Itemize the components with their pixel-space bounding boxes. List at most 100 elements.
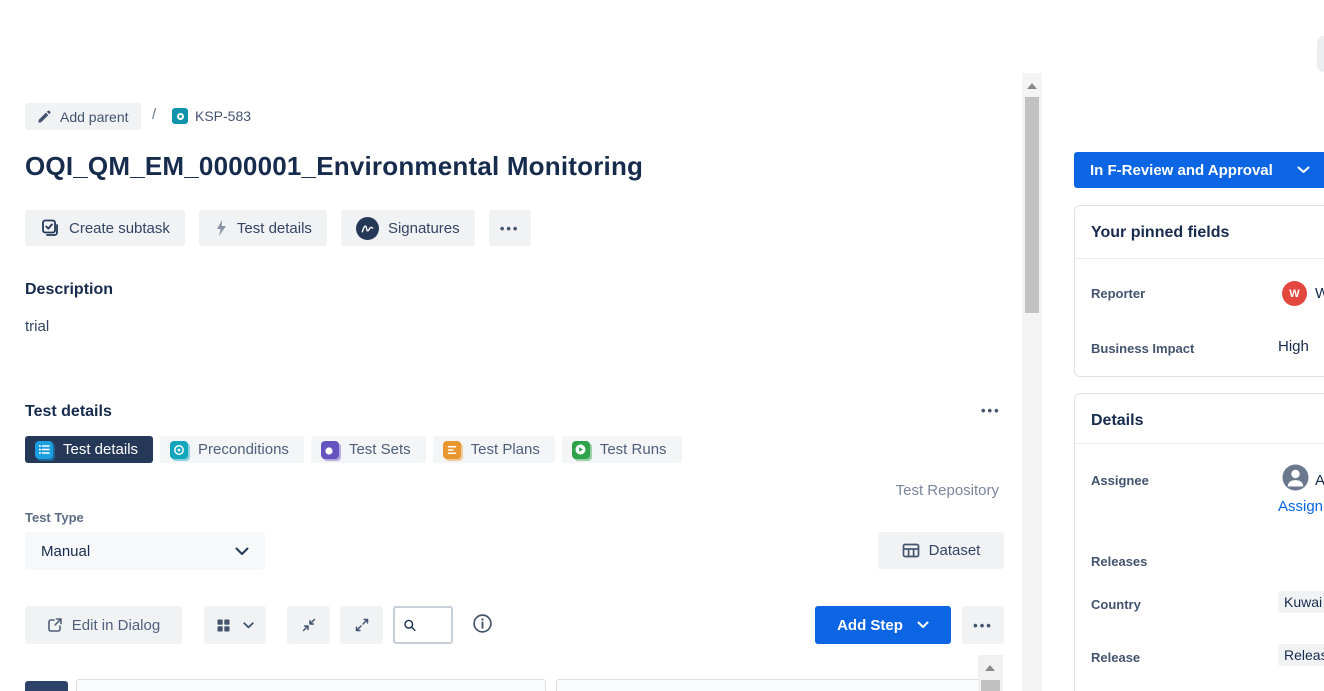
reporter-label: Reporter (1091, 286, 1146, 301)
signatures-label: Signatures (387, 219, 460, 237)
dataset-label: Dataset (928, 542, 981, 559)
chevron-down-icon (235, 547, 249, 555)
scroll-up-arrow-icon[interactable] (1027, 83, 1037, 89)
business-impact-label: Business Impact (1091, 341, 1195, 356)
issue-view-page: Add parent / KSP-583 OQI_QM_EM_0000001_E… (0, 0, 1324, 691)
create-subtask-label: Create subtask (69, 219, 170, 237)
test-type-value: Manual (41, 542, 91, 560)
chevron-down-icon (243, 621, 254, 628)
test-type-label: Test Type (25, 510, 84, 525)
breadcrumb-separator: / (152, 106, 157, 123)
details-heading: Details (1091, 412, 1144, 429)
search-icon (404, 619, 416, 631)
test-type-select[interactable]: Manual (25, 532, 265, 570)
details-panel: Details Assignee A Assign Releases Count… (1074, 393, 1324, 691)
steps-scrollbar[interactable] (978, 655, 1003, 691)
test-run-icon (571, 440, 590, 459)
assignee-name: A (1315, 472, 1324, 489)
page-title: OQI_QM_EM_0000001_Environmental Monitori… (25, 151, 644, 181)
grid-view-icon (217, 619, 230, 631)
collapse-all-button[interactable] (287, 606, 330, 644)
ellipsis-icon: ••• (973, 617, 993, 633)
tab-preconditions[interactable]: Preconditions (160, 436, 304, 463)
assign-to-me-link[interactable]: Assign (1278, 498, 1323, 515)
reporter-avatar[interactable]: W (1282, 281, 1307, 306)
action-bar: Create subtask Test details Signatures •… (25, 210, 531, 246)
open-dialog-icon (47, 618, 62, 632)
precondition-icon (170, 440, 189, 459)
tab-label: Test Runs (599, 441, 667, 458)
expand-icon (355, 618, 368, 632)
test-details-button-label: Test details (236, 219, 312, 237)
view-layout-dropdown[interactable] (204, 606, 266, 644)
add-parent-button[interactable]: Add parent (25, 103, 141, 130)
status-label: In F-Review and Approval (1090, 161, 1273, 179)
tab-label: Preconditions (198, 441, 289, 458)
tab-test-sets[interactable]: Test Sets (310, 436, 426, 463)
window-scrollbar-fragment[interactable] (1317, 36, 1324, 72)
test-details-more-button[interactable]: ••• (981, 403, 1001, 418)
assignee-label: Assignee (1091, 473, 1149, 488)
search-input[interactable] (421, 617, 443, 633)
assignee-avatar[interactable] (1282, 464, 1309, 491)
tab-label: Test Plans (470, 441, 540, 458)
steps-table-header-cell (76, 679, 546, 691)
person-icon (1282, 464, 1309, 491)
pencil-icon (38, 109, 51, 123)
steps-table-header-dark-cell (25, 681, 68, 691)
test-details-button[interactable]: Test details (198, 210, 327, 246)
steps-info-icon[interactable] (472, 613, 493, 639)
reporter-name: W (1315, 285, 1324, 302)
add-step-label: Add Step (837, 616, 903, 634)
table-grid-icon (902, 543, 919, 558)
tab-label: Test Sets (348, 441, 411, 458)
test-issue-type-icon (172, 108, 188, 124)
page-scrollbar[interactable] (1022, 73, 1042, 691)
signatures-button[interactable]: Signatures (340, 210, 475, 246)
ellipsis-icon: ••• (499, 220, 520, 236)
more-actions-button[interactable]: ••• (488, 210, 531, 246)
pinned-fields-heading: Your pinned fields (1091, 224, 1230, 241)
test-details-heading: Test details (25, 403, 112, 420)
scrollbar-thumb[interactable] (1025, 97, 1039, 313)
edit-in-dialog-label: Edit in Dialog (71, 616, 161, 634)
chevron-down-icon (917, 621, 929, 628)
country-value-tag[interactable]: Kuwai (1278, 591, 1324, 613)
list-icon (35, 440, 53, 459)
pinned-fields-panel: Your pinned fields Reporter W W Business… (1074, 205, 1324, 377)
test-details-tabs: Test details Preconditions Test Sets Tes… (25, 436, 682, 463)
dataset-button[interactable]: Dataset (878, 532, 1004, 569)
releases-label: Releases (1091, 554, 1148, 569)
add-step-button[interactable]: Add Step (815, 606, 951, 644)
tab-test-details[interactable]: Test details (25, 436, 154, 463)
description-heading: Description (25, 281, 114, 298)
lightning-icon (216, 220, 226, 236)
country-label: Country (1091, 597, 1141, 612)
scrollbar-thumb[interactable] (981, 680, 1000, 691)
tab-test-runs[interactable]: Test Runs (561, 436, 682, 463)
create-subtask-button[interactable]: Create subtask (25, 210, 185, 246)
expand-all-button[interactable] (340, 606, 383, 644)
release-value-tag[interactable]: Releas (1278, 644, 1324, 666)
breadcrumb-issue-key[interactable]: KSP-583 (195, 108, 251, 124)
steps-table-header-cell (556, 679, 1003, 691)
steps-more-button[interactable]: ••• (962, 606, 1004, 644)
tab-label: Test details (63, 441, 139, 458)
collapse-icon (302, 618, 315, 632)
test-repository-link[interactable]: Test Repository (896, 482, 999, 499)
release-label: Release (1091, 650, 1141, 665)
signature-icon (355, 216, 379, 240)
status-dropdown-button[interactable]: In F-Review and Approval (1074, 152, 1324, 188)
test-plan-icon (442, 440, 461, 459)
subtask-checkbox-icon (42, 219, 58, 236)
test-set-icon (320, 440, 339, 459)
description-text[interactable]: trial (25, 318, 49, 335)
business-impact-value[interactable]: High (1278, 338, 1309, 355)
divider (1075, 443, 1324, 444)
chevron-down-icon (1297, 166, 1310, 173)
add-parent-label: Add parent (60, 108, 129, 125)
step-search[interactable] (393, 606, 453, 644)
scroll-up-arrow-icon[interactable] (985, 665, 995, 671)
tab-test-plans[interactable]: Test Plans (432, 436, 555, 463)
edit-in-dialog-button[interactable]: Edit in Dialog (25, 606, 182, 644)
